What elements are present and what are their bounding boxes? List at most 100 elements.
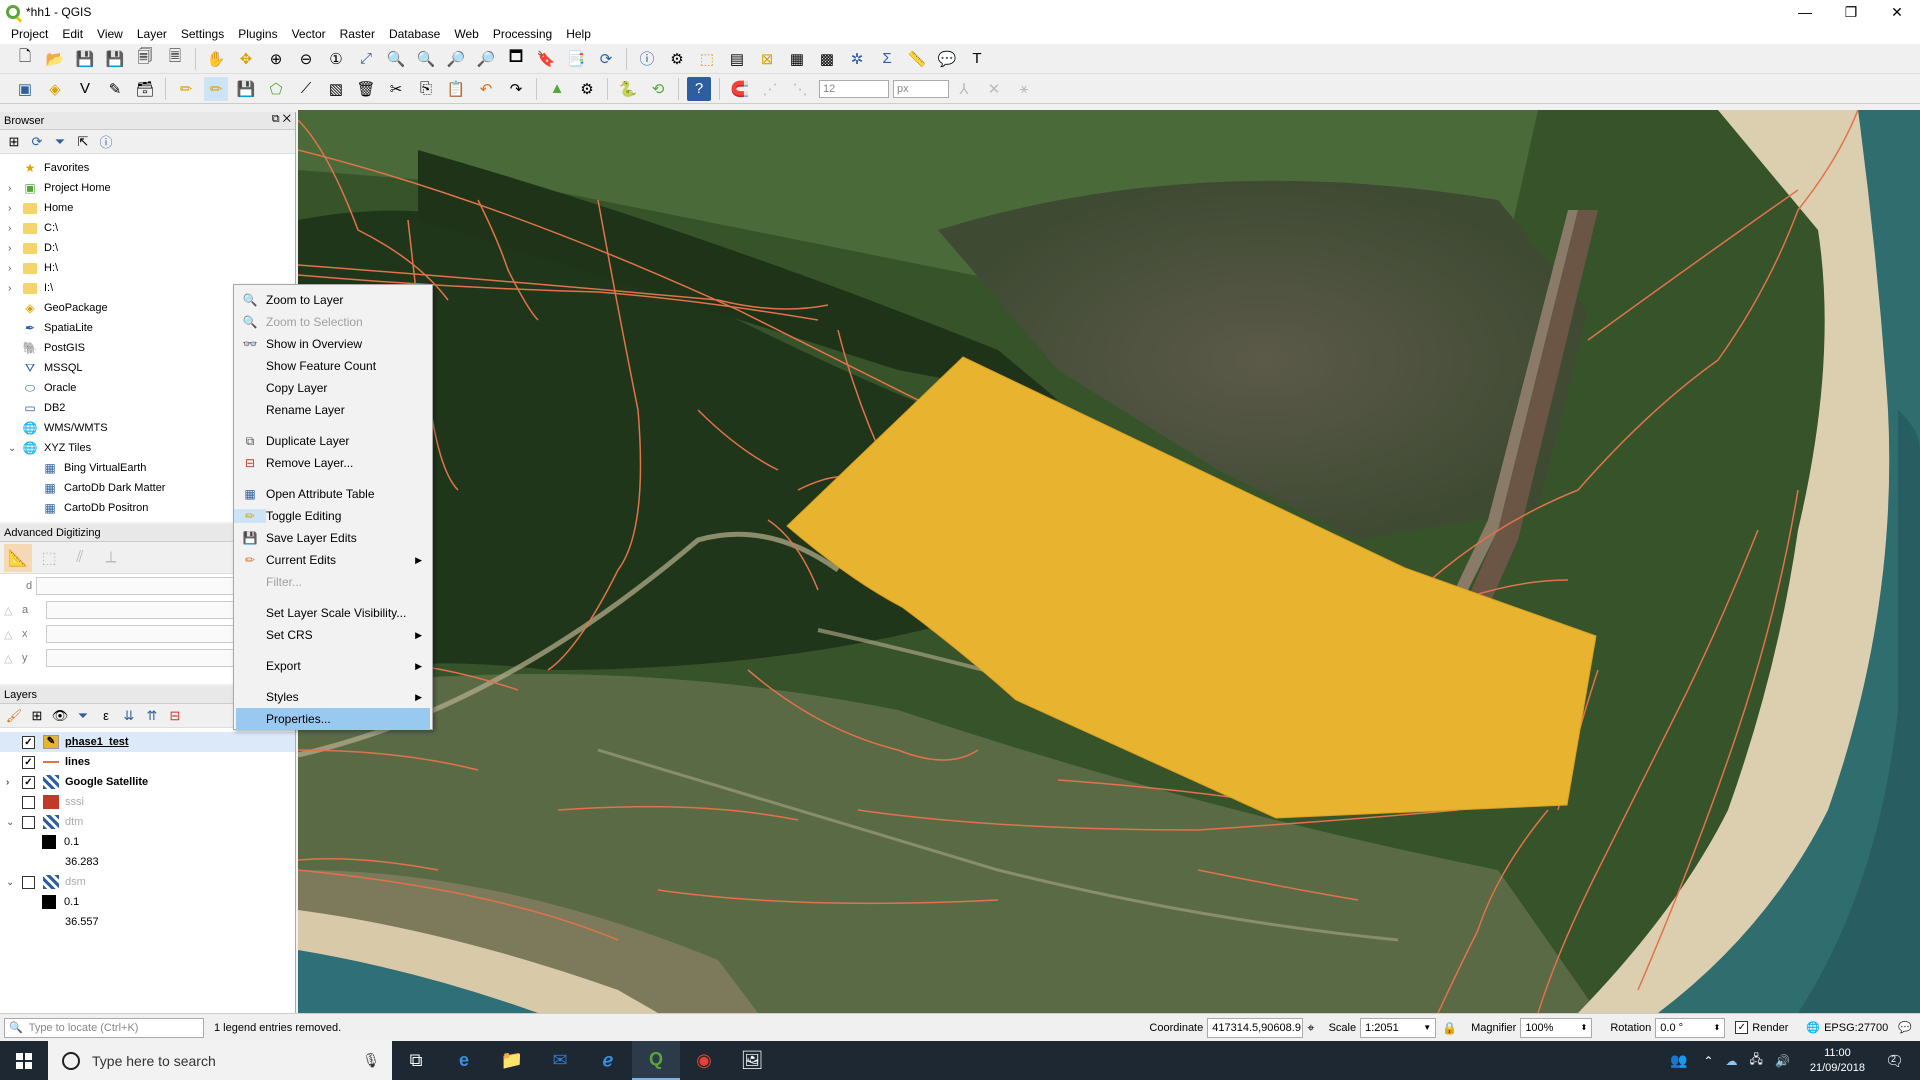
add-wms-icon[interactable]: 🗃 <box>133 77 157 101</box>
onedrive-icon[interactable]: ☁ <box>1726 1054 1738 1068</box>
menu-item-save-layer-edits[interactable]: 💾 Save Layer Edits <box>234 527 432 549</box>
toggle-extents-icon[interactable]: ⌖ <box>1307 1020 1314 1036</box>
coordinate-field[interactable]: 417314.5,90608.9 <box>1207 1017 1304 1038</box>
tree-item-home[interactable]: › Home <box>0 198 295 218</box>
menu-item-set-scale-visibility[interactable]: Set Layer Scale Visibility... <box>234 602 432 624</box>
modify-attributes-icon[interactable]: ▧ <box>324 77 348 101</box>
show-hidden-icons[interactable]: ⌃ <box>1703 1054 1713 1068</box>
magnifier-spinbox[interactable]: 100% ⬍ <box>1520 1017 1593 1038</box>
python-console-icon[interactable]: 🐍 <box>616 77 640 101</box>
copy-features-icon[interactable]: ⎘ <box>414 77 438 101</box>
people-icon[interactable]: 👥 <box>1670 1052 1687 1069</box>
panel-float-close-icon[interactable]: ⧉ ✕ <box>272 113 291 126</box>
taskbar-search-box[interactable]: Type here to search 🎙 <box>48 1041 392 1080</box>
select-value-icon[interactable]: ▤ <box>725 47 749 71</box>
layer-item-dsm[interactable]: ⌄ dsm <box>0 872 295 892</box>
expand-all-icon[interactable]: ⇊ <box>119 706 139 726</box>
menu-item-filter[interactable]: Filter... <box>234 571 432 593</box>
tree-item-h-drive[interactable]: › H:\ <box>0 258 295 278</box>
text-annotation-icon[interactable]: T <box>965 47 989 71</box>
map-tips-icon[interactable]: 💬 <box>935 47 959 71</box>
construction-mode-icon[interactable]: ⬚ <box>35 544 63 572</box>
layer-item-lines[interactable]: ✓ lines <box>0 752 295 772</box>
snap-segment-icon[interactable]: ⋱ <box>788 77 812 101</box>
pan-icon[interactable]: ✋ <box>204 47 228 71</box>
menu-plugins[interactable]: Plugins <box>231 27 284 41</box>
identify-icon[interactable]: ⓘ <box>635 47 659 71</box>
perpendicular-icon[interactable]: ⟂ <box>97 544 125 572</box>
refresh-icon[interactable]: ⟳ <box>594 47 618 71</box>
notifications-icon[interactable]: 🗨 2 <box>1885 1052 1904 1070</box>
enable-adv-digitizing-icon[interactable]: 📐 <box>4 543 32 572</box>
menu-item-show-feature-count[interactable]: Show Feature Count <box>234 355 432 377</box>
adv-d-field[interactable] <box>36 577 236 595</box>
manage-theme-icon[interactable]: 👁 <box>50 706 70 726</box>
add-vector-icon[interactable]: V <box>73 77 97 101</box>
data-source-manager-icon[interactable]: ▣ <box>13 77 37 101</box>
zoom-selection-icon[interactable]: 🔍 <box>384 47 408 71</box>
gps-icon[interactable]: ⚙ <box>575 77 599 101</box>
save-project-icon[interactable]: 💾 <box>73 47 97 71</box>
menu-item-current-edits[interactable]: ✏ Current Edits ▶ <box>234 549 432 571</box>
outlook-icon[interactable]: ✉ <box>536 1041 584 1080</box>
layer-styling-icon[interactable]: 🖌 <box>4 706 24 726</box>
zoom-in-icon[interactable]: ⊕ <box>264 47 288 71</box>
run-action-icon[interactable]: ⚙ <box>665 47 689 71</box>
file-explorer-icon[interactable]: 📁 <box>488 1041 536 1080</box>
zoom-native-icon[interactable]: ① <box>324 47 348 71</box>
properties-icon[interactable]: ⓘ <box>96 132 116 152</box>
menu-layer[interactable]: Layer <box>130 27 174 41</box>
zoom-next-icon[interactable]: 🔎 <box>474 47 498 71</box>
layer-checkbox[interactable]: ✓ <box>22 755 35 769</box>
select-features-icon[interactable]: ⬚ <box>695 47 719 71</box>
zoom-out-icon[interactable]: ⊖ <box>294 47 318 71</box>
layer-checkbox[interactable] <box>22 815 35 829</box>
layout-manager-icon[interactable]: 🗏 <box>163 47 187 71</box>
menu-item-copy-layer[interactable]: Copy Layer <box>234 377 432 399</box>
tree-item-project-home[interactable]: › ▣ Project Home <box>0 178 295 198</box>
internet-explorer-icon[interactable]: ℯ <box>584 1041 632 1080</box>
minimize-button[interactable]: — <box>1782 0 1828 24</box>
microphone-icon[interactable]: 🎙 <box>362 1052 380 1069</box>
toolbox-icon[interactable]: ✲ <box>845 47 869 71</box>
network-icon[interactable]: 🖧 <box>1750 1050 1763 1071</box>
new-project-icon[interactable]: 🗋 <box>13 47 37 71</box>
messages-icon[interactable]: 💬 <box>1898 1021 1912 1034</box>
volume-icon[interactable]: 🔊 <box>1775 1054 1790 1068</box>
maximize-button[interactable]: ❐ <box>1828 0 1874 24</box>
menu-item-open-attribute-table[interactable]: ▦ Open Attribute Table <box>234 483 432 505</box>
menu-raster[interactable]: Raster <box>333 27 382 41</box>
cut-features-icon[interactable]: ✂ <box>384 77 408 101</box>
rotation-spinbox[interactable]: 0.0 ° ⬍ <box>1655 1017 1726 1038</box>
menu-web[interactable]: Web <box>447 27 485 41</box>
layer-item-sssi[interactable]: sssi <box>0 792 295 812</box>
georeferencer-icon[interactable]: ▲ <box>545 77 569 101</box>
attribute-table-icon[interactable]: ▦ <box>785 47 809 71</box>
deselect-icon[interactable]: ⊠ <box>755 47 779 71</box>
current-edits-toolbar-icon[interactable]: ✏ <box>174 77 198 101</box>
zoom-last-icon[interactable]: 🔎 <box>444 47 468 71</box>
filter-expression-icon[interactable]: ε <box>96 706 116 726</box>
menu-project[interactable]: Project <box>4 27 55 41</box>
qgis-taskbar-icon[interactable]: Q <box>632 1041 680 1080</box>
menu-item-duplicate-layer[interactable]: ⧉ Duplicate Layer <box>234 430 432 452</box>
show-bookmarks-icon[interactable]: 📑 <box>564 47 588 71</box>
toggle-editing-toolbar-icon[interactable]: ✏ <box>204 76 228 101</box>
save-edits-toolbar-icon[interactable]: 💾 <box>234 77 258 101</box>
layer-checkbox[interactable]: ✓ <box>22 775 35 789</box>
render-checkbox[interactable]: ✓ <box>1735 1021 1749 1034</box>
menu-item-zoom-to-layer[interactable]: 🔍 Zoom to Layer <box>234 289 432 311</box>
new-geopackage-icon[interactable]: ◈ <box>43 77 67 101</box>
avoid-intersections-icon[interactable]: ✕ <box>982 77 1006 101</box>
new-bookmark-icon[interactable]: 🔖 <box>534 47 558 71</box>
tree-item-favorites[interactable]: ★ Favorites <box>0 158 295 178</box>
topological-editing-icon[interactable]: ⅄ <box>952 77 976 101</box>
add-group-icon[interactable]: ⊞ <box>27 706 47 726</box>
menu-item-show-in-overview[interactable]: 👓 Show in Overview <box>234 333 432 355</box>
vertex-tool-icon[interactable]: ⟋ <box>294 77 318 101</box>
field-calculator-icon[interactable]: ▩ <box>815 47 839 71</box>
locator-search-input[interactable]: 🔍 Type to locate (Ctrl+K) <box>4 1017 204 1038</box>
undo-icon[interactable]: ↶ <box>474 77 498 101</box>
menu-processing[interactable]: Processing <box>486 27 559 41</box>
menu-item-properties[interactable]: Properties... <box>236 708 430 730</box>
